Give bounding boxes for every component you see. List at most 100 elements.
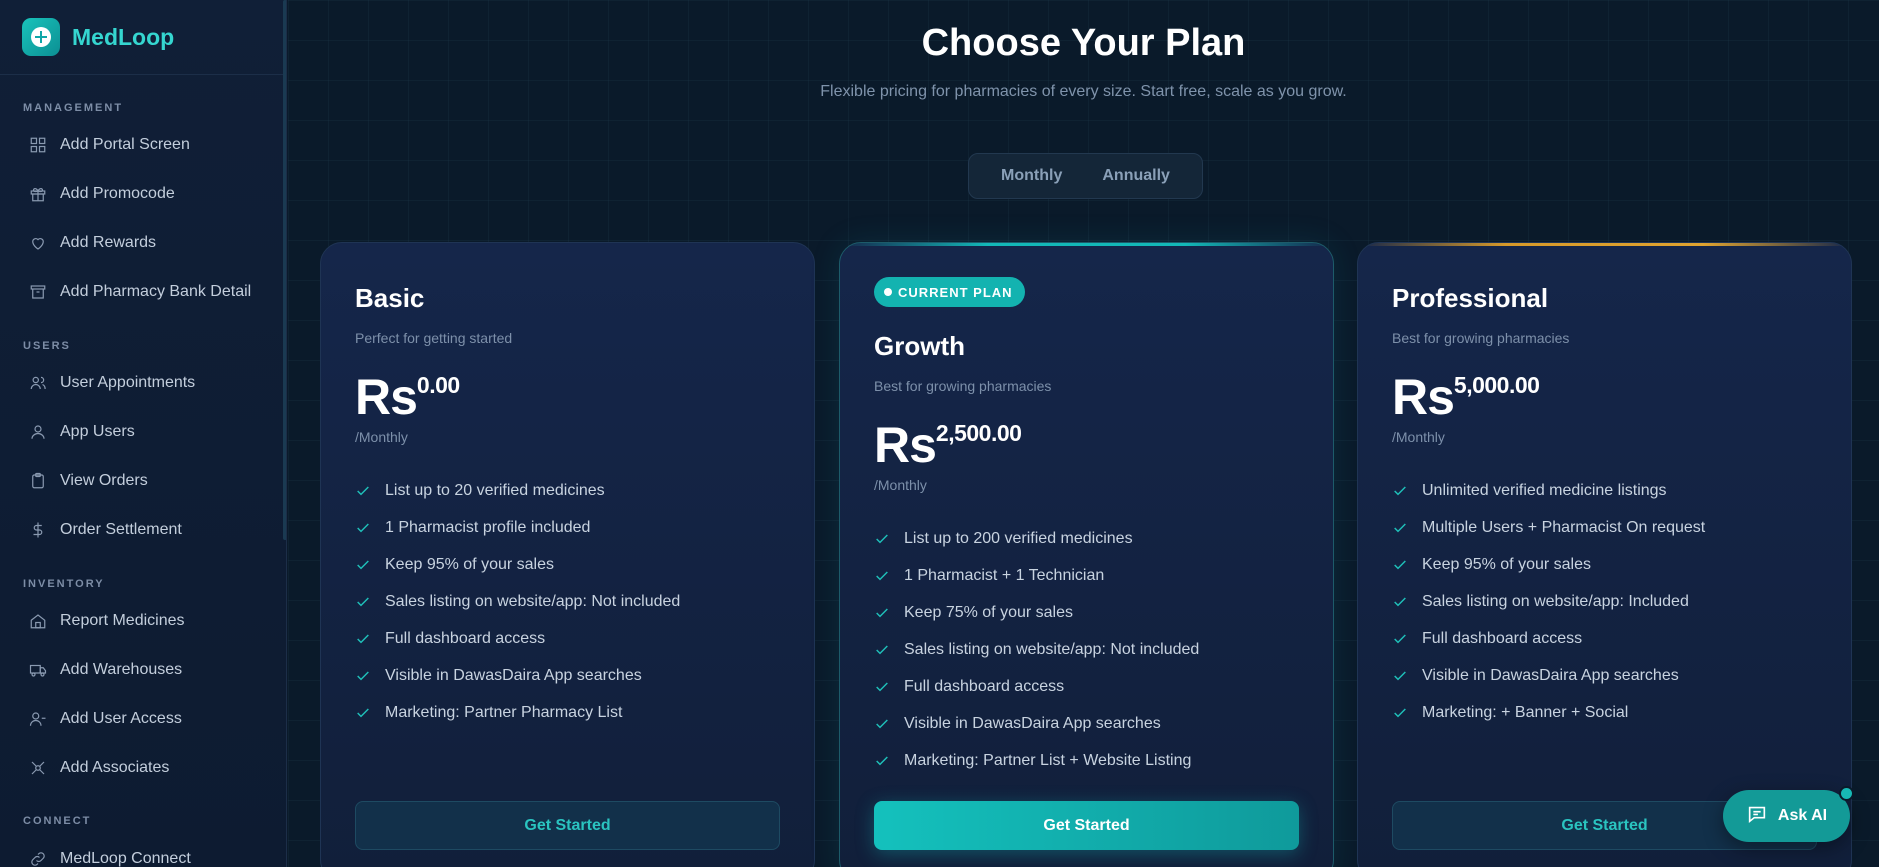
- check-icon: [1392, 557, 1408, 573]
- grid-icon: [28, 135, 48, 155]
- section-label-management: MANAGEMENT: [23, 102, 124, 114]
- sidebar-item-add-rewards[interactable]: Add Rewards: [0, 218, 286, 267]
- get-started-button-growth[interactable]: Get Started: [874, 801, 1299, 850]
- price-amount: 0.00: [416, 372, 460, 398]
- price-currency: Rs: [355, 369, 418, 425]
- sidebar-item-label: View Orders: [60, 471, 148, 489]
- notification-dot: [1839, 786, 1854, 801]
- feature-text: Unlimited verified medicine listings: [1422, 481, 1667, 499]
- feature-text: Full dashboard access: [385, 629, 546, 647]
- sidebar-item-add-pharmacy-bank-detail[interactable]: Add Pharmacy Bank Detail: [0, 267, 286, 316]
- sidebar-item-medloop-connect[interactable]: MedLoop Connect: [0, 834, 286, 867]
- check-icon: [355, 520, 371, 536]
- current-plan-badge: CURRENT PLAN: [874, 277, 1025, 307]
- check-icon: [355, 631, 371, 647]
- check-icon: [874, 679, 890, 695]
- section-label-users: USERS: [23, 340, 71, 352]
- check-icon: [355, 668, 371, 684]
- pricing-main: Choose Your Plan Flexible pricing for ph…: [288, 0, 1879, 867]
- section-label-connect: CONNECT: [23, 815, 92, 827]
- feature-item: Full dashboard access: [355, 620, 680, 657]
- sidebar-item-label: Order Settlement: [60, 520, 182, 538]
- check-icon: [355, 594, 371, 610]
- brand[interactable]: MedLoop: [0, 0, 286, 75]
- feature-list: Unlimited verified medicine listings Mul…: [1392, 472, 1705, 731]
- sidebar-item-add-portal-screen[interactable]: Add Portal Screen: [0, 120, 286, 169]
- clipboard-icon: [28, 471, 48, 491]
- feature-item: Keep 75% of your sales: [874, 594, 1199, 631]
- feature-item: Marketing: Partner Pharmacy List: [355, 694, 680, 731]
- ask-ai-label: Ask AI: [1777, 807, 1828, 824]
- feature-text: Marketing: Partner Pharmacy List: [385, 703, 623, 721]
- sidebar-item-label: Add Associates: [60, 758, 170, 776]
- feature-text: Visible in DawasDaira App searches: [1422, 666, 1679, 684]
- feature-text: Multiple Users + Pharmacist On request: [1422, 518, 1706, 536]
- get-started-button-basic[interactable]: Get Started: [355, 801, 780, 850]
- billing-toggle: Monthly Annually: [968, 153, 1203, 199]
- sidebar-item-label: Add Portal Screen: [60, 135, 190, 153]
- sidebar-item-view-orders[interactable]: View Orders: [0, 456, 286, 505]
- plan-price: Rs5,000.00: [1392, 368, 1540, 426]
- ask-ai-button[interactable]: Ask AI: [1723, 790, 1850, 842]
- sidebar-item-add-promocode[interactable]: Add Promocode: [0, 169, 286, 218]
- heart-icon: [28, 233, 48, 253]
- badge-label: CURRENT PLAN: [898, 284, 1013, 300]
- section-label-inventory: INVENTORY: [23, 578, 105, 590]
- plan-period: /Monthly: [874, 477, 927, 493]
- feature-text: Sales listing on website/app: Not includ…: [904, 640, 1200, 658]
- sidebar-item-user-appointments[interactable]: User Appointments: [0, 358, 286, 407]
- medloop-logo-icon: [22, 18, 60, 56]
- feature-item: List up to 20 verified medicines: [355, 472, 680, 509]
- feature-item: Full dashboard access: [1392, 620, 1705, 657]
- sidebar-item-label: MedLoop Connect: [60, 849, 191, 867]
- user-icon: [28, 422, 48, 442]
- feature-text: Keep 95% of your sales: [1422, 555, 1591, 573]
- feature-text: Marketing: Partner List + Website Listin…: [904, 751, 1192, 769]
- feature-item: Unlimited verified medicine listings: [1392, 472, 1705, 509]
- feature-item: Full dashboard access: [874, 668, 1199, 705]
- feature-item: Keep 95% of your sales: [1392, 546, 1705, 583]
- plan-period: /Monthly: [355, 429, 408, 445]
- feature-text: Sales listing on website/app: Included: [1422, 592, 1689, 610]
- sidebar-item-order-settlement[interactable]: Order Settlement: [0, 505, 286, 554]
- feature-text: Sales listing on website/app: Not includ…: [385, 592, 681, 610]
- link-icon: [28, 849, 48, 867]
- sidebar-item-app-users[interactable]: App Users: [0, 407, 286, 456]
- plan-period: /Monthly: [1392, 429, 1445, 445]
- feature-text: Keep 95% of your sales: [385, 555, 554, 573]
- billing-option-monthly[interactable]: Monthly: [981, 167, 1082, 185]
- sidebar-item-label: Add User Access: [60, 709, 182, 727]
- feature-list: List up to 20 verified medicines 1 Pharm…: [355, 472, 680, 731]
- price-amount: 2,500.00: [935, 420, 1022, 446]
- feature-item: Visible in DawasDaira App searches: [1392, 657, 1705, 694]
- price-currency: Rs: [874, 417, 937, 473]
- feature-item: 1 Pharmacist profile included: [355, 509, 680, 546]
- sidebar-item-label: Add Rewards: [60, 233, 157, 251]
- page-subtitle: Flexible pricing for pharmacies of every…: [820, 83, 1347, 100]
- feature-text: Marketing: + Banner + Social: [1422, 703, 1629, 721]
- check-icon: [1392, 520, 1408, 536]
- sidebar-item-add-warehouses[interactable]: Add Warehouses: [0, 645, 286, 694]
- plan-name: Basic: [355, 283, 425, 313]
- plan-card-professional: Professional Best for growing pharmacies…: [1357, 242, 1852, 867]
- check-icon: [355, 557, 371, 573]
- check-icon: [355, 483, 371, 499]
- sidebar-item-label: Report Medicines: [60, 611, 185, 629]
- badge-dot-icon: [884, 288, 892, 296]
- sidebar-item-add-associates[interactable]: Add Associates: [0, 743, 286, 792]
- check-icon: [1392, 594, 1408, 610]
- sidebar-item-report-medicines[interactable]: Report Medicines: [0, 596, 286, 645]
- check-icon: [874, 605, 890, 621]
- sidebar-item-label: App Users: [60, 422, 135, 440]
- check-icon: [874, 716, 890, 732]
- plan-card-growth: CURRENT PLAN Growth Best for growing pha…: [839, 242, 1334, 867]
- feature-item: Marketing: + Banner + Social: [1392, 694, 1705, 731]
- sidebar-item-add-user-access[interactable]: Add User Access: [0, 694, 286, 743]
- feature-text: List up to 200 verified medicines: [904, 529, 1133, 547]
- chat-icon: [1746, 803, 1778, 830]
- sidebar-item-label: Add Promocode: [60, 184, 175, 202]
- billing-option-annually[interactable]: Annually: [1082, 167, 1190, 185]
- check-icon: [874, 642, 890, 658]
- check-icon: [1392, 668, 1408, 684]
- check-icon: [1392, 705, 1408, 721]
